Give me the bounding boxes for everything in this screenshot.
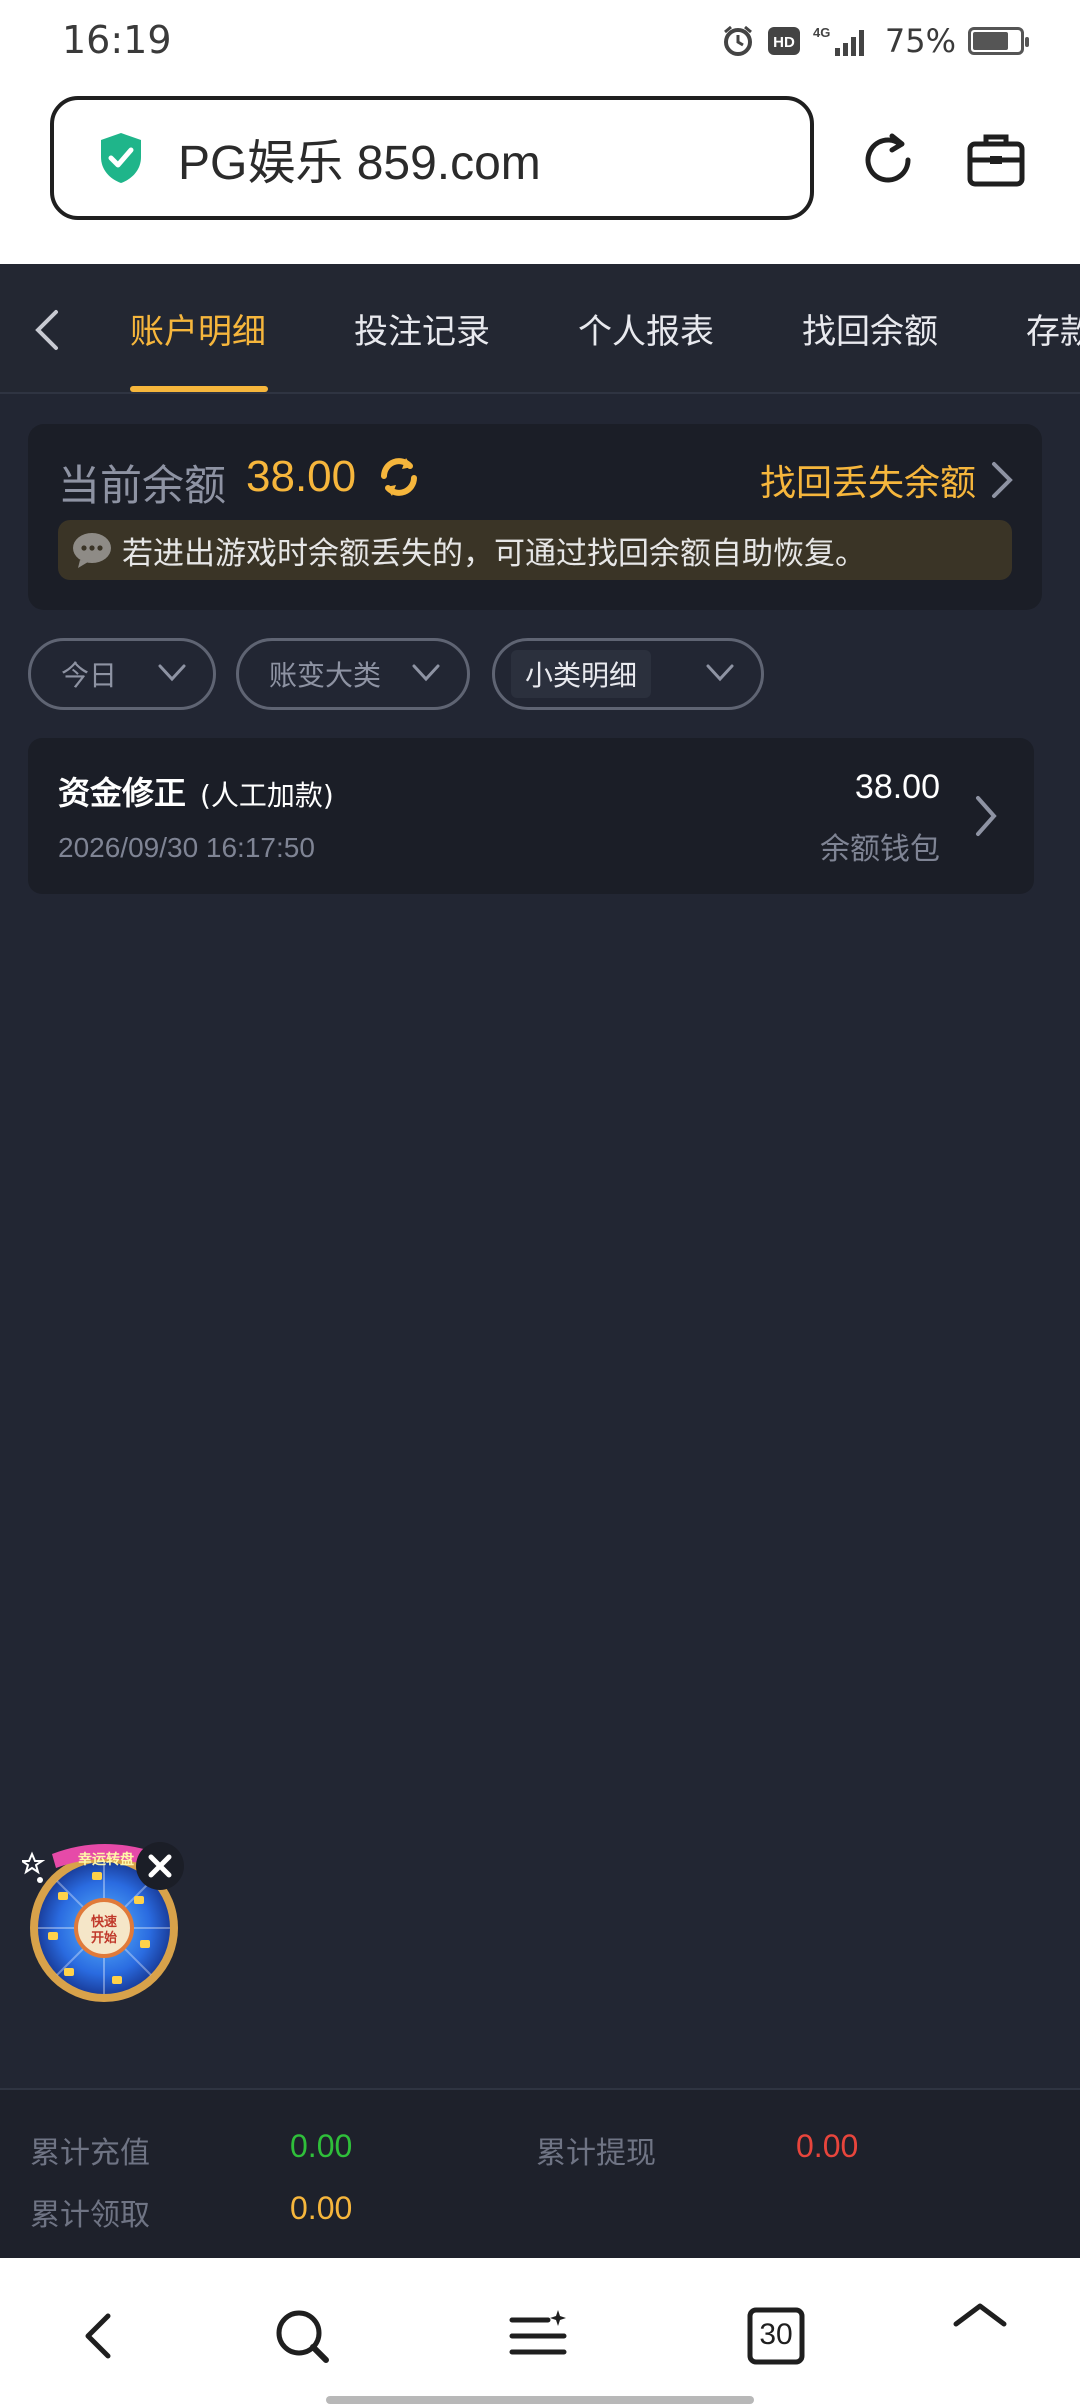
total-claim-value: 0.00 bbox=[290, 2190, 353, 2226]
home-indicator bbox=[326, 2396, 754, 2404]
battery-percent: 75% bbox=[884, 22, 956, 60]
hd-icon: HD bbox=[767, 27, 800, 55]
record-title: 资金修正 bbox=[58, 774, 187, 812]
chat-bubble-icon bbox=[73, 533, 111, 568]
tab-bar: 账户明细 投注记录 个人报表 找回余额 存款 bbox=[0, 264, 1080, 394]
chevron-right-icon bbox=[976, 796, 997, 836]
signal-icon: 4G bbox=[813, 25, 864, 56]
svg-text:开始: 开始 bbox=[91, 1930, 117, 1946]
total-recharge-label: 累计充值 bbox=[30, 2136, 150, 2171]
toolbox-icon[interactable] bbox=[964, 128, 1028, 192]
browser-nav-bar: 30 bbox=[0, 2258, 1080, 2408]
list-item[interactable]: 资金修正 (人工加款) 2026/09/30 16:17:50 38.00 余额… bbox=[28, 738, 1034, 894]
balance-value: 38.00 bbox=[246, 452, 357, 501]
record-wallet: 余额钱包 bbox=[820, 832, 940, 867]
tab-deposit[interactable]: 存款 bbox=[1026, 304, 1080, 353]
battery-icon bbox=[968, 27, 1029, 55]
balance-notice: 若进出游戏时余额丢失的，可通过找回余额自助恢复。 bbox=[58, 520, 1012, 580]
summary-panel: 累计充值 0.00 累计提现 0.00 累计领取 0.00 bbox=[0, 2088, 1080, 2258]
svg-text:4G: 4G bbox=[813, 25, 830, 40]
filter-category[interactable]: 账变大类 bbox=[236, 638, 470, 710]
tabs-count: 30 bbox=[759, 2318, 793, 2351]
recover-lost-balance-link[interactable]: 找回丢失余额 bbox=[760, 454, 976, 506]
tab-recover-balance[interactable]: 找回余额 bbox=[802, 304, 938, 353]
record-amount: 38.00 bbox=[854, 768, 940, 806]
total-withdraw-value: 0.00 bbox=[796, 2128, 859, 2164]
filter-date-label: 今日 bbox=[61, 659, 118, 692]
record-time: 2026/09/30 16:17:50 bbox=[58, 832, 315, 863]
total-claim-label: 累计领取 bbox=[30, 2198, 150, 2233]
tab-account-details[interactable]: 账户明细 bbox=[130, 304, 266, 353]
menu-icon[interactable] bbox=[508, 2306, 568, 2366]
filter-subcategory[interactable]: 小类明细 bbox=[492, 638, 764, 710]
filter-date[interactable]: 今日 bbox=[28, 638, 216, 710]
svg-text:快速: 快速 bbox=[91, 1914, 117, 1930]
back-chevron-icon[interactable] bbox=[30, 308, 66, 352]
balance-card: 当前余额 38.00 找回丢失余额 若进出游戏时余额丢失的，可通过找回余额自助恢… bbox=[28, 424, 1042, 610]
notice-text: 若进出游戏时余额丢失的，可通过找回余额自助恢复。 bbox=[122, 535, 866, 572]
active-tab-indicator bbox=[130, 386, 268, 392]
browser-toolbar: PG娱乐 859.com bbox=[0, 88, 1080, 264]
filter-category-label: 账变大类 bbox=[269, 659, 382, 692]
svg-text:幸运转盘: 幸运转盘 bbox=[78, 1851, 134, 1868]
status-time: 16:19 bbox=[62, 18, 172, 62]
chevron-down-icon bbox=[412, 664, 440, 682]
search-icon[interactable] bbox=[272, 2306, 332, 2366]
close-widget-button[interactable] bbox=[136, 1842, 184, 1890]
status-bar: 16:19 HD 4G 75% bbox=[0, 0, 1080, 88]
chevron-right-icon bbox=[992, 462, 1013, 498]
chevron-up-icon[interactable] bbox=[950, 2294, 1010, 2354]
secure-shield-icon bbox=[101, 133, 141, 183]
back-icon[interactable] bbox=[70, 2306, 130, 2366]
alarm-icon bbox=[723, 25, 752, 56]
status-icons: HD 4G 75% bbox=[721, 22, 1029, 60]
filter-subcategory-label: 小类明细 bbox=[511, 650, 652, 698]
total-recharge-value: 0.00 bbox=[290, 2128, 353, 2164]
reload-icon[interactable] bbox=[856, 128, 920, 192]
record-subtitle: (人工加款) bbox=[200, 779, 334, 812]
balance-label: 当前余额 bbox=[58, 461, 227, 510]
svg-text:HD: HD bbox=[773, 34, 795, 51]
chevron-down-icon bbox=[706, 664, 734, 682]
url-text: PG娱乐 859.com bbox=[178, 137, 541, 190]
tab-bet-records[interactable]: 投注记录 bbox=[354, 304, 490, 353]
chevron-down-icon bbox=[158, 664, 186, 682]
close-icon bbox=[148, 1854, 172, 1878]
address-bar[interactable]: PG娱乐 859.com bbox=[50, 96, 814, 220]
tab-personal-report[interactable]: 个人报表 bbox=[578, 304, 714, 353]
refresh-balance-icon[interactable] bbox=[376, 454, 422, 500]
total-withdraw-label: 累计提现 bbox=[536, 2136, 656, 2171]
tabs-button[interactable]: 30 bbox=[746, 2306, 806, 2366]
